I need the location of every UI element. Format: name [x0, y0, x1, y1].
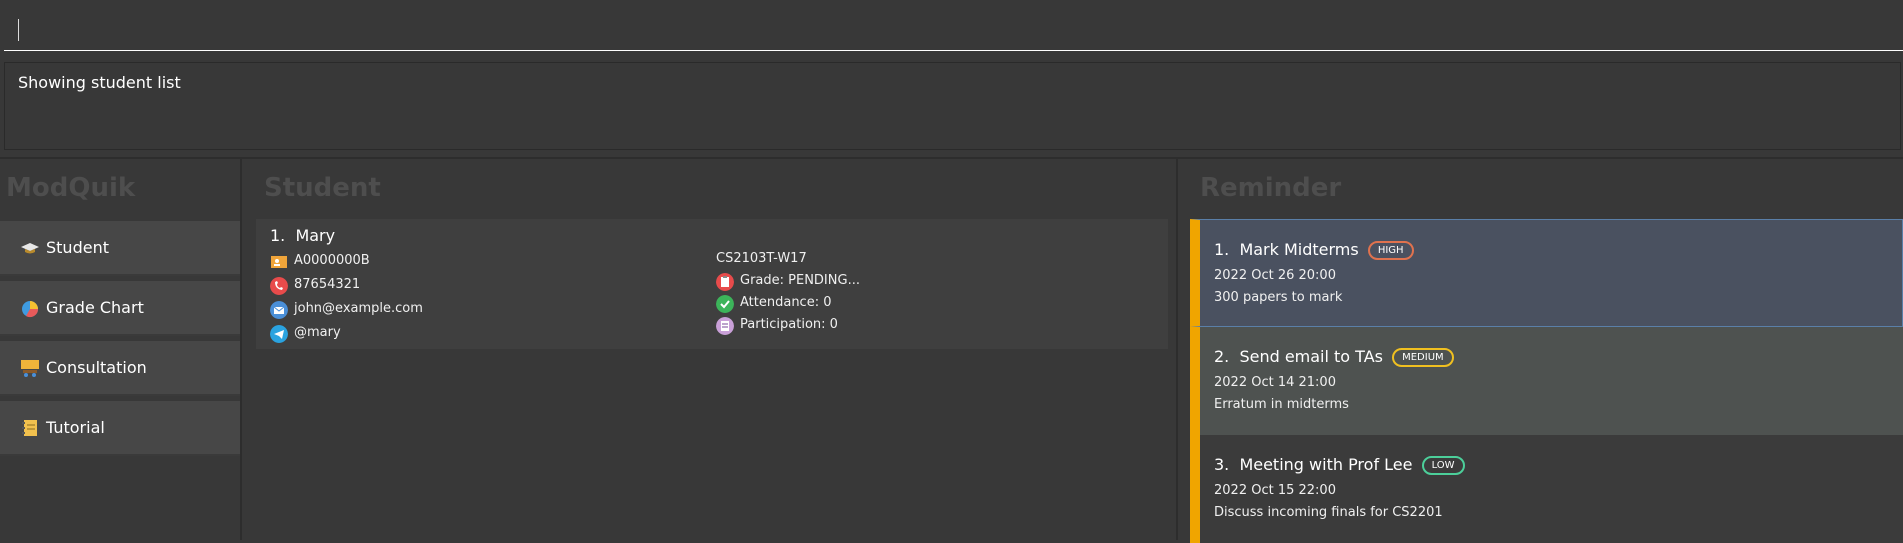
student-name: 1. Mary: [270, 226, 335, 245]
reminder-card[interactable]: 3. Meeting with Prof Lee LOW 2022 Oct 15…: [1190, 435, 1903, 543]
priority-badge-medium: MEDIUM: [1392, 348, 1454, 367]
notebook-icon: [22, 420, 37, 436]
grade-clipboard-icon: [716, 273, 734, 291]
sidebar-item-label: Grade Chart: [46, 298, 144, 317]
sidebar-item-grade-chart[interactable]: Grade Chart: [0, 281, 240, 336]
phone-icon: [270, 277, 288, 295]
command-input[interactable]: [4, 6, 1903, 50]
sidebar-item-label: Student: [46, 238, 109, 257]
student-card[interactable]: 1. Mary A0000000B 87654321 john@example.…: [256, 219, 1168, 349]
participation-icon: [716, 317, 734, 335]
sidebar-item-tutorial[interactable]: Tutorial: [0, 401, 240, 456]
attendance-count: Attendance: 0: [740, 295, 832, 310]
reminder-description: Discuss incoming finals for CS2201: [1214, 505, 1443, 520]
reminder-description: 300 papers to mark: [1214, 290, 1343, 305]
email-address: john@example.com: [294, 301, 423, 316]
student-panel-title: Student: [264, 173, 381, 203]
result-display: Showing student list: [4, 62, 1901, 150]
student-panel: Student 1. Mary A0000000B 87654321 john@…: [244, 159, 1178, 540]
consultation-icon: [21, 360, 39, 377]
reminder-datetime: 2022 Oct 14 21:00: [1214, 375, 1336, 390]
app-title: ModQuik: [6, 173, 136, 203]
telegram-icon: [270, 325, 288, 343]
sidebar: ModQuik Student Grade Chart Consultation…: [0, 159, 242, 540]
reminder-card[interactable]: 1. Mark Midterms HIGH 2022 Oct 26 20:00 …: [1190, 219, 1903, 327]
reminder-card[interactable]: 2. Send email to TAs MEDIUM 2022 Oct 14 …: [1190, 327, 1903, 435]
telegram-handle: @mary: [294, 325, 341, 340]
reminder-name: Meeting with Prof Lee: [1239, 455, 1413, 474]
id-card-icon: [271, 256, 287, 268]
student-name-text: Mary: [295, 226, 336, 245]
reminder-index: 1.: [1214, 240, 1230, 259]
result-text: Showing student list: [18, 73, 181, 92]
main-area: ModQuik Student Grade Chart Consultation…: [0, 157, 1903, 543]
reminder-index: 2.: [1214, 347, 1230, 366]
email-icon: [270, 301, 288, 319]
reminder-title: 3. Meeting with Prof Lee LOW: [1214, 455, 1465, 475]
reminder-description: Erratum in midterms: [1214, 397, 1349, 412]
sidebar-item-label: Tutorial: [46, 418, 105, 437]
reminder-name: Mark Midterms: [1239, 240, 1359, 259]
reminder-title: 1. Mark Midterms HIGH: [1214, 240, 1414, 260]
reminder-index: 3.: [1214, 455, 1230, 474]
check-icon: [716, 295, 734, 313]
reminder-datetime: 2022 Oct 26 20:00: [1214, 268, 1336, 283]
sidebar-item-label: Consultation: [46, 358, 147, 377]
priority-badge-low: LOW: [1421, 456, 1465, 475]
command-box[interactable]: [4, 6, 1903, 51]
reminder-datetime: 2022 Oct 15 22:00: [1214, 483, 1336, 498]
priority-badge-high: HIGH: [1367, 241, 1414, 260]
participation-count: Participation: 0: [740, 317, 838, 332]
phone-number: 87654321: [294, 277, 361, 292]
reminder-name: Send email to TAs: [1239, 347, 1383, 366]
reminder-panel-title: Reminder: [1200, 173, 1342, 203]
grade-status: Grade: PENDING...: [740, 273, 860, 288]
student-id: A0000000B: [294, 253, 370, 268]
reminder-panel: Reminder 1. Mark Midterms HIGH 2022 Oct …: [1180, 159, 1903, 543]
student-index: 1.: [270, 226, 286, 245]
student-cap-icon: [21, 243, 39, 254]
sidebar-item-student[interactable]: Student: [0, 221, 240, 276]
sidebar-item-consultation[interactable]: Consultation: [0, 341, 240, 396]
reminder-title: 2. Send email to TAs MEDIUM: [1214, 347, 1454, 367]
tutorial-group: CS2103T-W17: [716, 251, 807, 266]
pie-chart-icon: [22, 301, 39, 318]
